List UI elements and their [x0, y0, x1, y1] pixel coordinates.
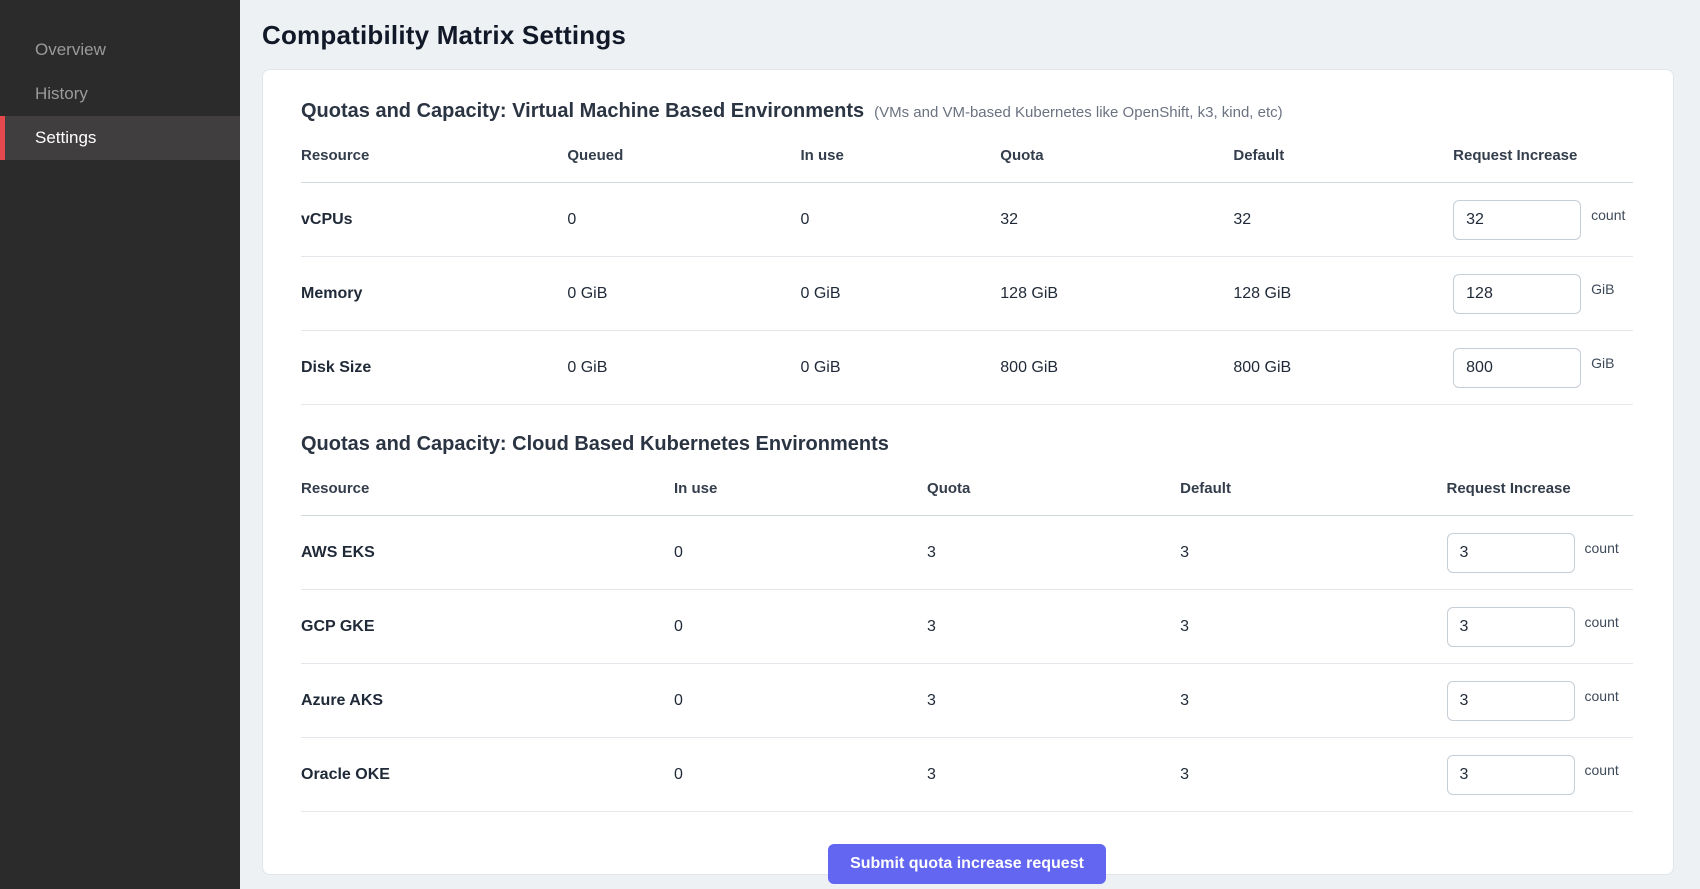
default-cell: 3 — [1180, 516, 1446, 590]
in-use-cell: 0 — [674, 738, 927, 812]
page-title: Compatibility Matrix Settings — [262, 20, 1674, 51]
settings-card: Quotas and Capacity: Virtual Machine Bas… — [262, 69, 1674, 875]
aws-eks-request-input[interactable] — [1447, 533, 1575, 573]
main-content: Compatibility Matrix Settings Quotas and… — [240, 0, 1700, 889]
column-header-request-increase: Request Increase — [1453, 129, 1633, 183]
quota-cell: 3 — [927, 590, 1180, 664]
request-increase-cell: count — [1453, 183, 1633, 257]
column-header-in-use: In use — [800, 129, 1000, 183]
gcp-gke-request-input[interactable] — [1447, 607, 1575, 647]
quota-cell: 128 GiB — [1000, 257, 1233, 331]
resource-cell: Azure AKS — [301, 664, 674, 738]
unit-label: GiB — [1591, 355, 1614, 371]
sidebar-item-settings[interactable]: Settings — [0, 116, 240, 160]
resource-cell: Memory — [301, 257, 567, 331]
default-cell: 3 — [1180, 664, 1446, 738]
column-header-queued: Queued — [567, 129, 800, 183]
request-increase-cell: count — [1447, 738, 1634, 812]
column-header-resource: Resource — [301, 129, 567, 183]
default-cell: 3 — [1180, 738, 1446, 812]
resource-cell: AWS EKS — [301, 516, 674, 590]
vm-section-header: Quotas and Capacity: Virtual Machine Bas… — [301, 100, 1633, 123]
cloud-table-header-row: Resource In use Quota Default Request In… — [301, 462, 1633, 516]
table-row-gcp-gke: GCP GKE 0 3 3 count — [301, 590, 1633, 664]
in-use-cell: 0 GiB — [800, 331, 1000, 405]
table-row-disk-size: Disk Size 0 GiB 0 GiB 800 GiB 800 GiB Gi… — [301, 331, 1633, 405]
request-increase-cell: GiB — [1453, 257, 1633, 331]
unit-label: count — [1585, 688, 1619, 704]
vm-section-title: Quotas and Capacity: Virtual Machine Bas… — [301, 100, 864, 123]
azure-aks-request-input[interactable] — [1447, 681, 1575, 721]
table-row-azure-aks: Azure AKS 0 3 3 count — [301, 664, 1633, 738]
in-use-cell: 0 — [674, 590, 927, 664]
quota-cell: 3 — [927, 664, 1180, 738]
default-cell: 800 GiB — [1233, 331, 1453, 405]
vm-section-subtitle: (VMs and VM-based Kubernetes like OpenSh… — [874, 104, 1283, 121]
table-row-vcpus: vCPUs 0 0 32 32 count — [301, 183, 1633, 257]
cloud-section-header: Quotas and Capacity: Cloud Based Kuberne… — [301, 433, 1633, 456]
default-cell: 3 — [1180, 590, 1446, 664]
oracle-oke-request-input[interactable] — [1447, 755, 1575, 795]
unit-label: count — [1585, 614, 1619, 630]
table-row-oracle-oke: Oracle OKE 0 3 3 count — [301, 738, 1633, 812]
vm-table-header-row: Resource Queued In use Quota Default Req… — [301, 129, 1633, 183]
in-use-cell: 0 — [674, 516, 927, 590]
quota-cell: 3 — [927, 738, 1180, 812]
default-cell: 32 — [1233, 183, 1453, 257]
column-header-request-increase: Request Increase — [1447, 462, 1634, 516]
quota-cell: 32 — [1000, 183, 1233, 257]
queued-cell: 0 GiB — [567, 257, 800, 331]
resource-cell: Oracle OKE — [301, 738, 674, 812]
table-row-memory: Memory 0 GiB 0 GiB 128 GiB 128 GiB GiB — [301, 257, 1633, 331]
request-increase-cell: count — [1447, 516, 1634, 590]
resource-cell: Disk Size — [301, 331, 567, 405]
column-header-quota: Quota — [1000, 129, 1233, 183]
sidebar-item-overview[interactable]: Overview — [0, 28, 240, 72]
table-row-aws-eks: AWS EKS 0 3 3 count — [301, 516, 1633, 590]
column-header-default: Default — [1180, 462, 1446, 516]
column-header-in-use: In use — [674, 462, 927, 516]
default-cell: 128 GiB — [1233, 257, 1453, 331]
app-root: Overview History Settings Compatibility … — [0, 0, 1700, 889]
unit-label: count — [1591, 207, 1625, 223]
quota-cell: 3 — [927, 516, 1180, 590]
resource-cell: GCP GKE — [301, 590, 674, 664]
cloud-section-title: Quotas and Capacity: Cloud Based Kuberne… — [301, 433, 889, 456]
unit-label: GiB — [1591, 281, 1614, 297]
request-increase-cell: count — [1447, 590, 1634, 664]
column-header-quota: Quota — [927, 462, 1180, 516]
resource-cell: vCPUs — [301, 183, 567, 257]
vm-quota-table: Resource Queued In use Quota Default Req… — [301, 129, 1633, 405]
cloud-quota-table: Resource In use Quota Default Request In… — [301, 462, 1633, 812]
sidebar-item-history[interactable]: History — [0, 72, 240, 116]
queued-cell: 0 GiB — [567, 331, 800, 405]
vcpus-request-input[interactable] — [1453, 200, 1581, 240]
submit-row: Submit quota increase request — [301, 844, 1633, 884]
unit-label: count — [1585, 540, 1619, 556]
in-use-cell: 0 — [800, 183, 1000, 257]
memory-request-input[interactable] — [1453, 274, 1581, 314]
in-use-cell: 0 — [674, 664, 927, 738]
request-increase-cell: GiB — [1453, 331, 1633, 405]
queued-cell: 0 — [567, 183, 800, 257]
disk-size-request-input[interactable] — [1453, 348, 1581, 388]
column-header-default: Default — [1233, 129, 1453, 183]
column-header-resource: Resource — [301, 462, 674, 516]
submit-quota-button[interactable]: Submit quota increase request — [828, 844, 1106, 884]
quota-cell: 800 GiB — [1000, 331, 1233, 405]
sidebar: Overview History Settings — [0, 0, 240, 889]
unit-label: count — [1585, 762, 1619, 778]
request-increase-cell: count — [1447, 664, 1634, 738]
sidebar-nav: Overview History Settings — [0, 28, 240, 160]
in-use-cell: 0 GiB — [800, 257, 1000, 331]
